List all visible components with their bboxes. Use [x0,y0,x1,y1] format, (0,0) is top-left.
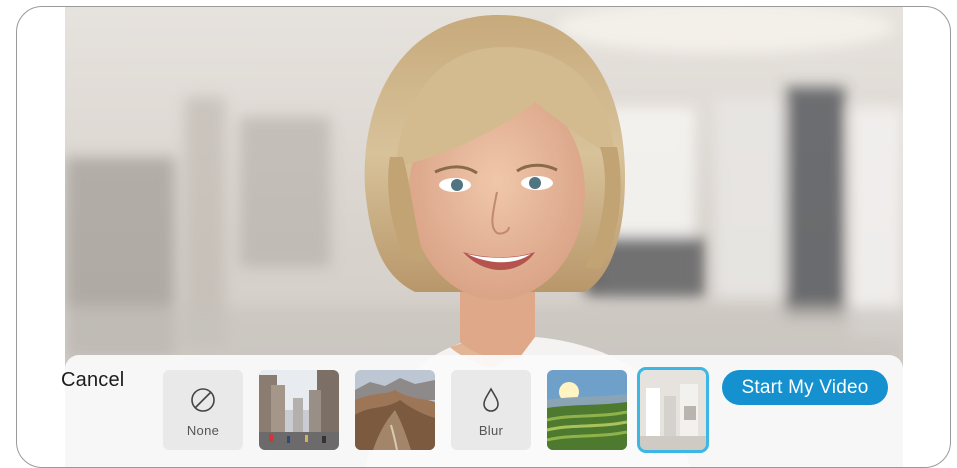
mountain-ridge-thumbnail [355,370,435,450]
background-option-mountain[interactable] [355,370,435,450]
background-option-label: Blur [478,423,504,438]
start-my-video-button[interactable]: Start My Video [722,370,888,405]
office-thumbnail [640,370,706,450]
no-symbol-icon [191,388,215,412]
background-option-terraces[interactable] [547,370,627,450]
droplet-icon [483,387,499,412]
city-street-thumbnail [259,370,339,450]
rice-terraces-thumbnail [547,370,627,450]
background-option-blur[interactable]: Blur [451,370,531,450]
background-option-none[interactable]: None [163,370,243,450]
cancel-button[interactable]: Cancel [61,369,124,392]
background-option-office[interactable] [637,367,709,453]
background-option-city[interactable] [259,370,339,450]
background-option-label: None [186,423,220,438]
